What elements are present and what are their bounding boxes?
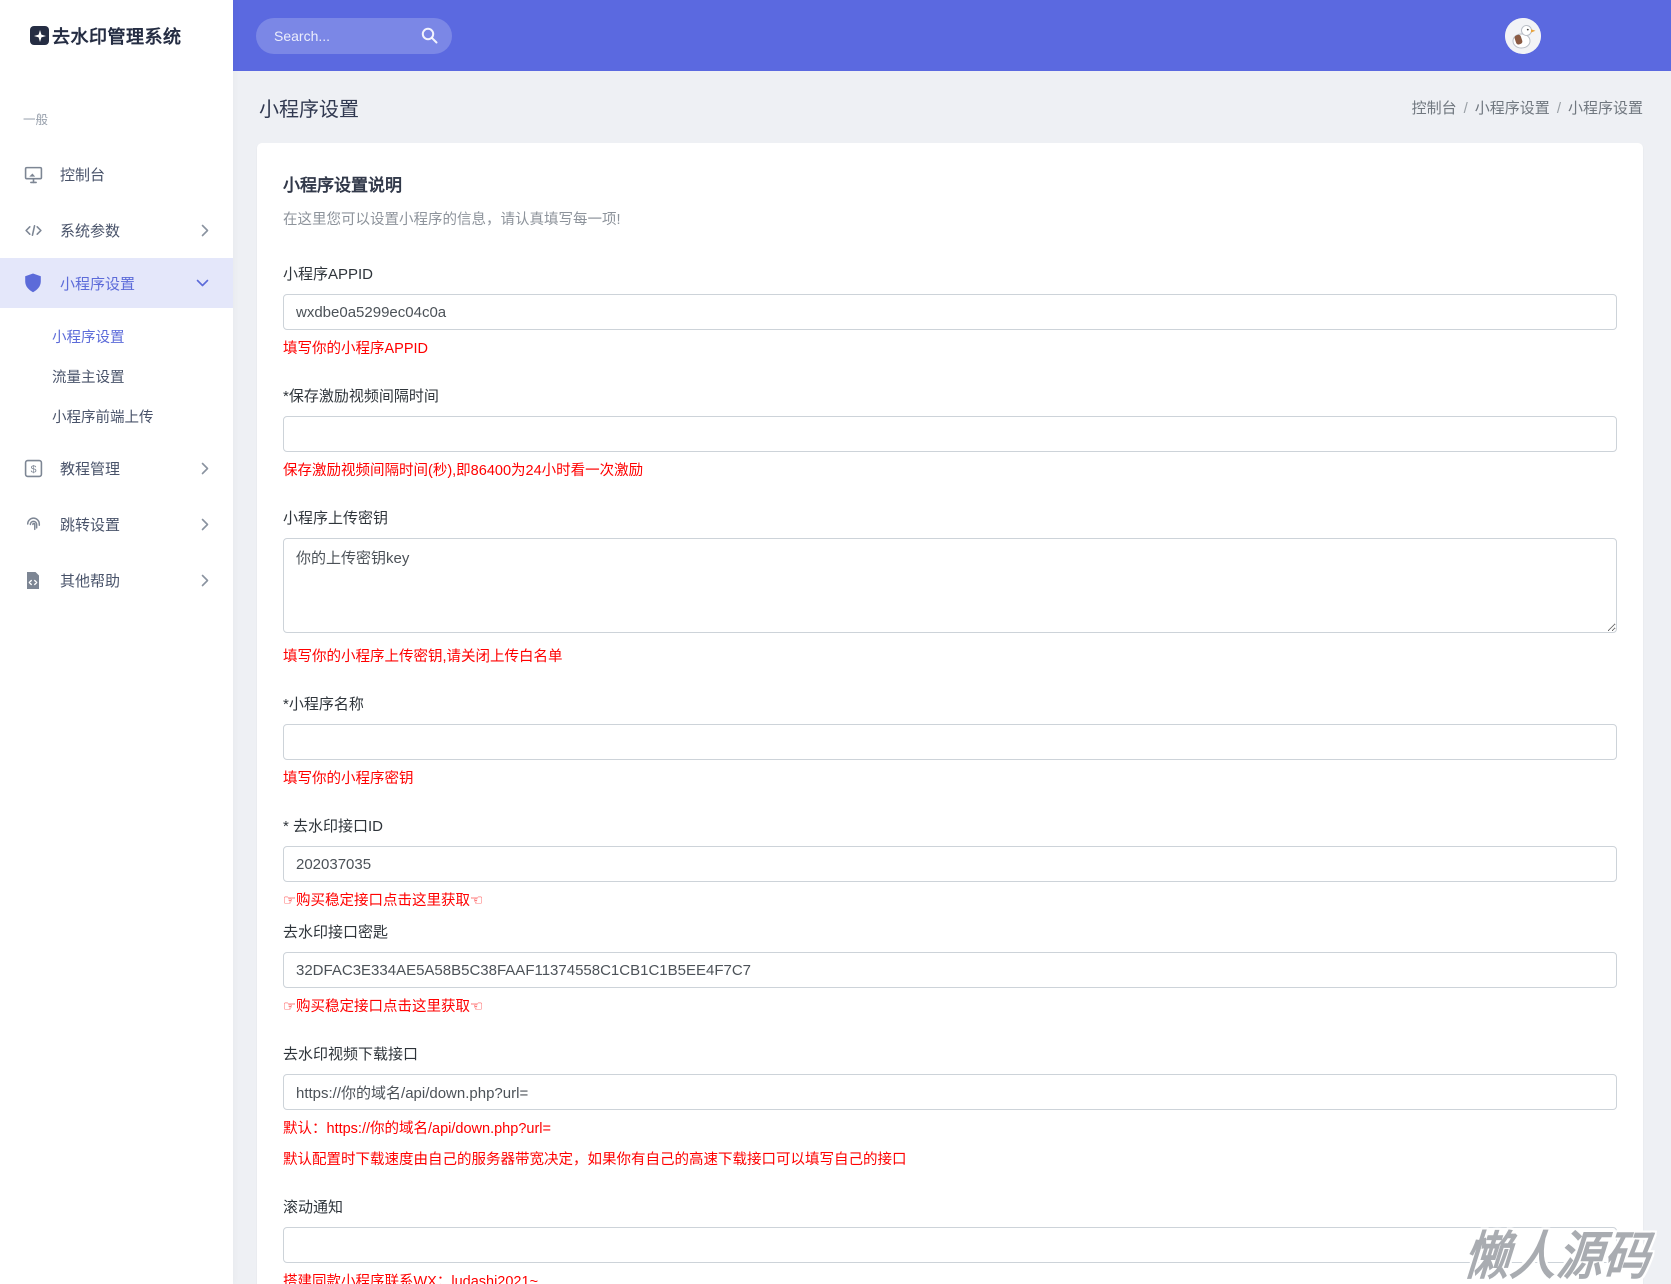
upload-key-input[interactable]: 你的上传密钥key <box>283 538 1617 633</box>
sidebar-subitem[interactable]: 小程序前端上传 <box>0 396 233 436</box>
api-secret-input[interactable] <box>283 952 1617 988</box>
sidebar-item-shield[interactable]: 小程序设置 <box>0 258 233 308</box>
shield-icon <box>23 273 43 293</box>
fingerprint-icon <box>23 514 43 534</box>
field-label-upload-key: 小程序上传密钥 <box>283 510 389 527</box>
breadcrumb: 控制台 / 小程序设置 / 小程序设置 <box>1412 97 1643 118</box>
breadcrumb-separator: / <box>1556 99 1561 117</box>
sidebar-item-fingerprint[interactable]: 跳转设置 <box>0 496 233 552</box>
app-logo[interactable]: 去水印管理系统 <box>0 0 233 71</box>
form-field-mp-name: *小程序名称 填写你的小程序密钥 <box>283 693 1617 791</box>
dollar-square-icon: $ <box>23 458 43 478</box>
sidebar-nav: 控制台 系统参数 小程序设置 小程序设置 流量主设置 小程序前端上传 $ 教程管理 <box>0 146 233 608</box>
sidebar-subitem[interactable]: 小程序设置 <box>0 316 233 356</box>
breadcrumb-item[interactable]: 小程序设置 <box>1475 100 1550 117</box>
field-label-api-id: * 去水印接口ID <box>283 818 384 835</box>
sidebar-item-label: 控制台 <box>60 166 106 184</box>
field-help-scroll-notice: 搭建同款小程序联系WX：ludashi2021~ <box>283 1274 539 1284</box>
settings-form: 小程序APPID 填写你的小程序APPID *保存激励视频间隔时间 保存激励视频… <box>283 263 1617 1284</box>
settings-card: 小程序设置说明 在这里您可以设置小程序的信息，请认真填写每一项! 小程序APPI… <box>257 143 1643 1284</box>
form-field-upload-key: 小程序上传密钥 你的上传密钥key 填写你的小程序上传密钥,请关闭上传白名单 <box>283 507 1617 669</box>
app-title: 去水印管理系统 <box>52 26 182 47</box>
chevron-right-icon <box>201 462 209 475</box>
card-subheading: 在这里您可以设置小程序的信息，请认真填写每一项! <box>283 212 621 228</box>
sidebar-item-label: 小程序设置 <box>60 275 136 293</box>
file-code-icon <box>23 570 43 590</box>
scroll-notice-input[interactable] <box>283 1227 1617 1263</box>
sidebar-item-dollar-square[interactable]: $ 教程管理 <box>0 440 233 496</box>
sidebar-subitem[interactable]: 流量主设置 <box>0 356 233 396</box>
sidebar-item-label: 系统参数 <box>60 222 121 240</box>
sidebar-section-label: 一般 <box>23 113 49 127</box>
sidebar-item-file-code[interactable]: 其他帮助 <box>0 552 233 608</box>
form-field-reward-video-interval: *保存激励视频间隔时间 保存激励视频间隔时间(秒),即86400为24小时看一次… <box>283 385 1617 483</box>
goose-avatar-icon <box>1505 18 1541 54</box>
topbar <box>233 0 1671 71</box>
search-input[interactable] <box>274 27 421 44</box>
field-help-reward-video-interval: 保存激励视频间隔时间(秒),即86400为24小时看一次激励 <box>283 463 644 479</box>
buy-api-link[interactable]: ☞购买稳定接口点击这里获取☜ <box>283 996 1617 1019</box>
field-label-mp-name: *小程序名称 <box>283 696 364 713</box>
chevron-right-icon <box>201 518 209 531</box>
form-field-api-secret: 去水印接口密匙 ☞购买稳定接口点击这里获取☜ <box>283 921 1617 1019</box>
content: 小程序设置 控制台 / 小程序设置 / 小程序设置 小程序设置说明 在这里您可以设置小程… <box>233 71 1671 1284</box>
field-help-mp-name: 填写你的小程序密钥 <box>283 771 414 787</box>
page-header: 小程序设置 控制台 / 小程序设置 / 小程序设置 <box>233 71 1671 143</box>
sidebar-item-label: 跳转设置 <box>60 516 121 534</box>
sidebar-submenu: 小程序设置 流量主设置 小程序前端上传 <box>0 308 233 440</box>
field-help-download-api: 默认：https://你的域名/api/down.php?url= <box>283 1121 551 1137</box>
reward-video-interval-input[interactable] <box>283 416 1617 452</box>
sidebar-item-label: 教程管理 <box>60 460 121 478</box>
chevron-right-icon <box>201 574 209 587</box>
four-point-star-icon <box>30 26 49 45</box>
search-icon[interactable] <box>421 27 438 44</box>
form-field-scroll-notice: 滚动通知 搭建同款小程序联系WX：ludashi2021~ <box>283 1196 1617 1284</box>
sidebar-item-label: 其他帮助 <box>60 572 121 590</box>
breadcrumb-separator: / <box>1463 99 1468 117</box>
chevron-down-icon <box>196 279 209 287</box>
search-box[interactable] <box>256 17 452 54</box>
code-icon <box>23 220 43 240</box>
chevron-right-icon <box>201 224 209 237</box>
appid-input[interactable] <box>283 294 1617 330</box>
field-help-download-api: 默认配置时下载速度由自己的服务器带宽决定，如果你有自己的高速下载接口可以填写自己… <box>283 1152 907 1168</box>
field-label-api-secret: 去水印接口密匙 <box>283 924 389 941</box>
svg-text:$: $ <box>30 463 36 475</box>
page-title: 小程序设置 <box>259 98 359 121</box>
desktop-icon <box>23 164 43 184</box>
avatar[interactable] <box>1505 18 1541 54</box>
download-api-input[interactable] <box>283 1074 1617 1110</box>
field-label-appid: 小程序APPID <box>283 266 374 283</box>
form-field-appid: 小程序APPID 填写你的小程序APPID <box>283 263 1617 361</box>
field-label-download-api: 去水印视频下载接口 <box>283 1046 419 1063</box>
form-field-download-api: 去水印视频下载接口 默认：https://你的域名/api/down.php?u… <box>283 1043 1617 1172</box>
field-help-upload-key: 填写你的小程序上传密钥,请关闭上传白名单 <box>283 649 563 665</box>
sidebar: 去水印管理系统 一般 控制台 系统参数 小程序设置 小程序设置 流量主设置 小程序前… <box>0 0 233 1284</box>
form-field-api-id: * 去水印接口ID ☞购买稳定接口点击这里获取☜ <box>283 815 1617 913</box>
buy-api-link[interactable]: ☞购买稳定接口点击这里获取☜ <box>283 890 1617 913</box>
sidebar-item-desktop[interactable]: 控制台 <box>0 146 233 202</box>
mp-name-input[interactable] <box>283 724 1617 760</box>
field-label-scroll-notice: 滚动通知 <box>283 1199 344 1216</box>
field-help-appid: 填写你的小程序APPID <box>283 341 429 357</box>
breadcrumb-item[interactable]: 控制台 <box>1412 100 1457 117</box>
api-id-input[interactable] <box>283 846 1617 882</box>
card-heading: 小程序设置说明 <box>283 176 402 195</box>
breadcrumb-item[interactable]: 小程序设置 <box>1568 100 1643 117</box>
field-label-reward-video-interval: *保存激励视频间隔时间 <box>283 388 439 405</box>
sidebar-item-code[interactable]: 系统参数 <box>0 202 233 258</box>
